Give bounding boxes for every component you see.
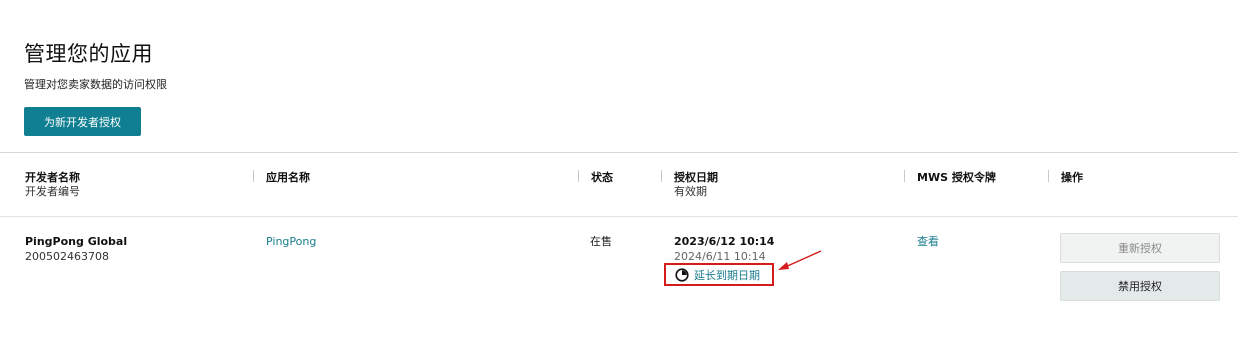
authorize-new-developer-button[interactable]: 为新开发者授权 bbox=[24, 107, 141, 136]
column-header-app-name: 应用名称 bbox=[266, 171, 310, 185]
extend-expiry-link[interactable]: 延长到期日期 bbox=[694, 267, 760, 283]
column-header-label: 状态 bbox=[591, 171, 613, 184]
column-separator bbox=[578, 170, 579, 182]
column-separator bbox=[253, 170, 254, 182]
clock-icon bbox=[675, 267, 689, 282]
page-subtitle: 管理对您卖家数据的访问权限 bbox=[24, 78, 167, 91]
column-header-sublabel: 有效期 bbox=[674, 185, 707, 198]
status-text: 在售 bbox=[590, 235, 612, 248]
column-header-label: 应用名称 bbox=[266, 171, 310, 184]
column-separator bbox=[1048, 170, 1049, 182]
divider bbox=[0, 216, 1238, 217]
arrow-icon bbox=[778, 250, 822, 270]
divider bbox=[0, 152, 1238, 153]
column-header-auth-date: 授权日期 有效期 bbox=[674, 171, 718, 199]
page-title: 管理您的应用 bbox=[24, 42, 153, 66]
view-token-link[interactable]: 查看 bbox=[917, 235, 939, 249]
expiry-date: 2024/6/11 10:14 bbox=[674, 250, 766, 263]
disable-authorization-button[interactable]: 禁用授权 bbox=[1060, 271, 1220, 301]
column-header-developer-name: 开发者名称 开发者编号 bbox=[25, 171, 80, 199]
column-header-mws-token: MWS 授权令牌 bbox=[917, 171, 996, 185]
column-header-status: 状态 bbox=[591, 171, 613, 185]
column-separator bbox=[904, 170, 905, 182]
developer-name: PingPong Global bbox=[25, 235, 128, 248]
column-header-label: 开发者名称 bbox=[25, 171, 80, 184]
extend-expiry-highlight[interactable]: 延长到期日期 bbox=[664, 263, 774, 286]
developer-id: 200502463708 bbox=[25, 250, 109, 263]
column-header-label: 操作 bbox=[1061, 171, 1083, 184]
column-header-actions: 操作 bbox=[1061, 171, 1083, 185]
app-name-link[interactable]: PingPong bbox=[266, 235, 316, 249]
auth-date: 2023/6/12 10:14 bbox=[674, 235, 775, 248]
column-separator bbox=[661, 170, 662, 182]
column-header-label: MWS 授权令牌 bbox=[917, 171, 996, 184]
column-header-sublabel: 开发者编号 bbox=[25, 185, 80, 198]
reauthorize-button[interactable]: 重新授权 bbox=[1060, 233, 1220, 263]
column-header-label: 授权日期 bbox=[674, 171, 718, 184]
